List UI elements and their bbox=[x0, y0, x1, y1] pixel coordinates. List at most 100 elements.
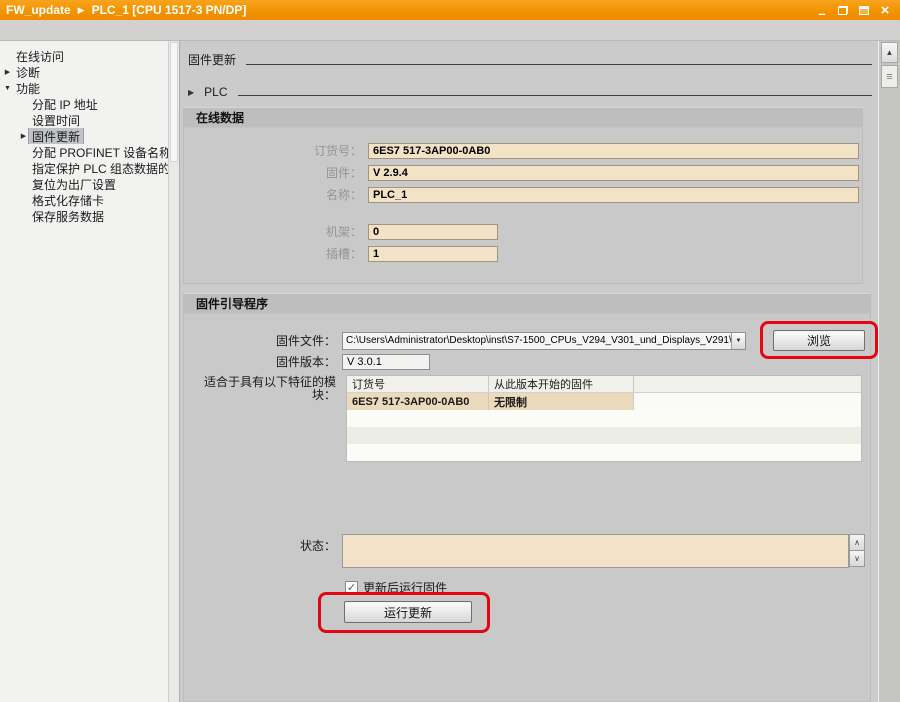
maximize-icon[interactable] bbox=[857, 3, 871, 17]
firmware-file-path[interactable]: C:\Users\Administrator\Desktop\inst\S7-1… bbox=[343, 333, 731, 349]
firmware-version-field: V 3.0.1 bbox=[342, 354, 430, 370]
firmware-label: 固件： bbox=[184, 164, 368, 181]
sidebar-scrollbar[interactable] bbox=[168, 41, 180, 702]
expand-icon[interactable]: ▶ bbox=[18, 132, 29, 140]
sidebar-item-label: 功能 bbox=[13, 80, 43, 96]
section-title: 固件引导程序 bbox=[196, 295, 268, 312]
cell-order-number[interactable]: 6ES7 517-3AP00-0AB0 bbox=[347, 393, 489, 410]
table-header-row: 订货号 从此版本开始的固件 bbox=[347, 376, 861, 393]
table-row-empty bbox=[347, 427, 861, 444]
spinner-down-icon[interactable]: ∨ bbox=[849, 550, 865, 567]
sidebar-item-label: 指定保护 PLC 组态数据的密码 bbox=[29, 160, 168, 176]
titlebar: FW_update ▶ PLC_1 [CPU 1517-3 PN/DP] – × bbox=[0, 0, 900, 20]
firmware-version-row: 固件版本： V 3.0.1 bbox=[184, 353, 870, 370]
sidebar-item-label: 分配 IP 地址 bbox=[29, 96, 101, 112]
divider bbox=[238, 95, 873, 96]
name-label: 名称： bbox=[184, 186, 368, 203]
firmware-field: V 2.9.4 bbox=[368, 165, 859, 181]
table-row-empty bbox=[347, 444, 861, 461]
cell-extra[interactable] bbox=[634, 393, 861, 410]
scroll-up-icon[interactable]: ▲ bbox=[881, 42, 898, 63]
chevron-down-icon[interactable]: ▼ bbox=[731, 333, 745, 349]
sidebar-item-online-access[interactable]: 在线访问 bbox=[0, 48, 168, 64]
restore-glyph bbox=[838, 6, 848, 15]
maximize-glyph bbox=[859, 6, 869, 15]
name-row: 名称： PLC_1 bbox=[184, 186, 860, 203]
sidebar-item-label: 保存服务数据 bbox=[29, 208, 107, 224]
sidebar-item-assign-ip[interactable]: 分配 IP 地址 bbox=[0, 96, 168, 112]
firmware-row: 固件： V 2.9.4 bbox=[184, 164, 860, 181]
order-number-field: 6ES7 517-3AP00-0AB0 bbox=[368, 143, 859, 159]
browse-button[interactable]: 浏览 bbox=[773, 330, 865, 351]
spinner-up-icon[interactable]: ∧ bbox=[849, 534, 865, 551]
run-after-update-row: ✓ 更新后运行固件 bbox=[345, 579, 447, 596]
table-row[interactable]: 6ES7 517-3AP00-0AB0 无限制 bbox=[347, 393, 861, 410]
col-extra[interactable] bbox=[634, 376, 861, 392]
device-name: PLC_1 [CPU 1517-3 PN/DP] bbox=[92, 3, 247, 17]
sidebar-scrollbar-thumb[interactable] bbox=[170, 42, 178, 162]
sidebar-item-factory-reset[interactable]: 复位为出厂设置 bbox=[0, 176, 168, 192]
main-scrollbar[interactable]: ▲ ≡ bbox=[878, 41, 900, 702]
menu-strip bbox=[0, 20, 900, 41]
close-icon[interactable]: × bbox=[878, 3, 892, 17]
section-title: 在线数据 bbox=[196, 109, 244, 126]
name-field: PLC_1 bbox=[368, 187, 859, 203]
firmware-file-combobox[interactable]: C:\Users\Administrator\Desktop\inst\S7-1… bbox=[342, 332, 746, 350]
online-data-header: 在线数据 bbox=[184, 108, 862, 128]
breadcrumb: FW_update ▶ PLC_1 [CPU 1517-3 PN/DP] bbox=[6, 3, 246, 17]
sidebar-item-diagnostics[interactable]: ▶ 诊断 bbox=[0, 64, 168, 80]
sidebar-item-assign-profinet-name[interactable]: 分配 PROFINET 设备名称 bbox=[0, 144, 168, 160]
status-spinner: ∧ ∨ bbox=[849, 534, 865, 567]
rack-label: 机架： bbox=[184, 223, 368, 240]
firmware-loader-header: 固件引导程序 bbox=[184, 294, 870, 314]
sidebar-item-label: 格式化存储卡 bbox=[29, 192, 107, 208]
restore-icon[interactable] bbox=[836, 3, 850, 17]
status-textarea[interactable] bbox=[342, 534, 849, 568]
sidebar-item-label: 固件更新 bbox=[29, 128, 83, 144]
checkbox-checked-icon[interactable]: ✓ bbox=[345, 581, 358, 594]
status-row: 状态： ∧ ∨ bbox=[184, 534, 870, 568]
online-data-section: 在线数据 订货号： 6ES7 517-3AP00-0AB0 固件： V 2.9.… bbox=[183, 107, 863, 284]
sidebar-item-set-time[interactable]: 设置时间 bbox=[0, 112, 168, 128]
run-update-button[interactable]: 运行更新 bbox=[344, 601, 472, 623]
breadcrumb-plc[interactable]: PLC bbox=[204, 85, 227, 99]
minimize-icon[interactable]: – bbox=[815, 3, 829, 17]
expand-icon[interactable]: ▶ bbox=[2, 68, 13, 76]
rack-field: 0 bbox=[368, 224, 498, 240]
breadcrumb-row: ▶ PLC bbox=[188, 85, 872, 99]
col-firmware-from-version[interactable]: 从此版本开始的固件 bbox=[489, 376, 634, 392]
divider bbox=[246, 64, 872, 65]
run-after-update-label[interactable]: 更新后运行固件 bbox=[363, 579, 447, 596]
firmware-file-row: 固件文件： C:\Users\Administrator\Desktop\ins… bbox=[184, 330, 870, 351]
sidebar-item-label: 诊断 bbox=[13, 64, 43, 80]
sidebar-item-firmware-update[interactable]: ▶ 固件更新 bbox=[0, 128, 168, 144]
page-title-row: 固件更新 bbox=[188, 51, 872, 68]
sidebar-item-assign-password[interactable]: 指定保护 PLC 组态数据的密码 bbox=[0, 160, 168, 176]
window-controls: – × bbox=[815, 3, 894, 17]
sidebar-item-format-memory-card[interactable]: 格式化存储卡 bbox=[0, 192, 168, 208]
firmware-version-label: 固件版本： bbox=[184, 353, 342, 370]
breadcrumb-arrow-icon: ▶ bbox=[78, 5, 85, 16]
rack-row: 机架： 0 bbox=[184, 223, 860, 240]
order-number-row: 订货号： 6ES7 517-3AP00-0AB0 bbox=[184, 142, 860, 159]
slot-label: 插槽： bbox=[184, 245, 368, 262]
collapse-icon[interactable]: ▼ bbox=[2, 85, 13, 92]
sidebar-item-label: 分配 PROFINET 设备名称 bbox=[29, 144, 168, 160]
scrollbar-thumb[interactable]: ≡ bbox=[881, 65, 898, 88]
suitable-modules-table[interactable]: 订货号 从此版本开始的固件 6ES7 517-3AP00-0AB0 无限制 bbox=[346, 375, 862, 462]
sidebar-item-label: 复位为出厂设置 bbox=[29, 176, 119, 192]
chevron-right-icon[interactable]: ▶ bbox=[188, 88, 194, 99]
status-label: 状态： bbox=[184, 534, 342, 554]
sidebar-item-label: 设置时间 bbox=[29, 112, 83, 128]
sidebar-item-save-service-data[interactable]: 保存服务数据 bbox=[0, 208, 168, 224]
cell-firmware-from[interactable]: 无限制 bbox=[489, 393, 634, 410]
firmware-file-label: 固件文件： bbox=[184, 332, 342, 349]
col-order-number[interactable]: 订货号 bbox=[347, 376, 489, 392]
firmware-loader-section: 固件引导程序 固件文件： C:\Users\Administrator\Desk… bbox=[183, 293, 871, 702]
slot-row: 插槽： 1 bbox=[184, 245, 860, 262]
order-number-label: 订货号： bbox=[184, 142, 368, 159]
function-tree: 在线访问 ▶ 诊断 ▼ 功能 分配 IP 地址 设置时间 ▶ 固件更新 分配 P… bbox=[0, 41, 168, 702]
page-title: 固件更新 bbox=[188, 51, 236, 68]
suitable-modules-label: 适合于具有以下特征的模块： bbox=[192, 376, 342, 402]
sidebar-item-functions[interactable]: ▼ 功能 bbox=[0, 80, 168, 96]
